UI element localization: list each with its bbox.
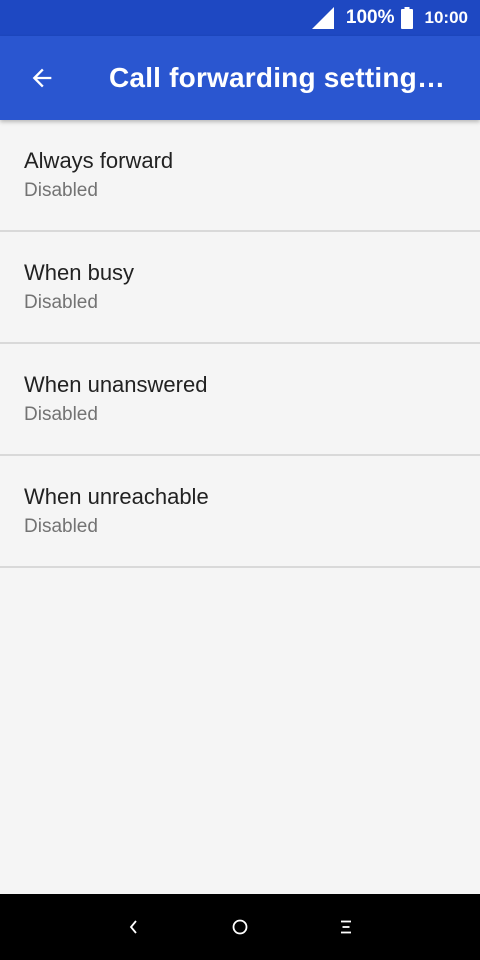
list-item-summary: Disabled (24, 404, 98, 425)
screen: 100% 10:00 Call forwarding setting… Alwa… (0, 0, 480, 960)
list-item-summary: Disabled (24, 180, 98, 201)
list-item-title: When unreachable (24, 484, 209, 509)
list-item-title: When busy (24, 260, 135, 285)
list-item-always-forward[interactable]: Always forward Disabled (0, 120, 480, 232)
list-item-summary: Disabled (24, 292, 98, 313)
list-item-title: When unanswered (24, 372, 208, 397)
battery-icon (400, 7, 413, 29)
nav-menu-button[interactable] (322, 903, 370, 951)
status-bar: 100% 10:00 (0, 0, 480, 36)
nav-menu-icon (341, 920, 351, 934)
list-item-when-unreachable[interactable]: When unreachable Disabled (0, 456, 480, 568)
app-bar: Call forwarding setting… (0, 36, 480, 120)
call-forwarding-list: Always forward Disabled When busy Disabl… (0, 120, 480, 568)
page-title: Call forwarding setting… (109, 62, 446, 93)
nav-back-button[interactable] (110, 903, 158, 951)
list-item-summary: Disabled (24, 516, 98, 537)
nav-back-icon (129, 920, 137, 934)
list-item-title: Always forward (24, 148, 174, 173)
nav-home-icon (232, 919, 248, 935)
list-item-when-unanswered[interactable]: When unanswered Disabled (0, 344, 480, 456)
status-clock: 10:00 (424, 8, 468, 27)
navigation-bar (0, 894, 480, 960)
back-button[interactable] (0, 36, 84, 120)
arrow-back-icon (32, 68, 52, 88)
list-item-when-busy[interactable]: When busy Disabled (0, 232, 480, 344)
signal-icon (311, 7, 334, 29)
nav-home-button[interactable] (216, 903, 264, 951)
battery-percent: 100% (345, 7, 395, 28)
